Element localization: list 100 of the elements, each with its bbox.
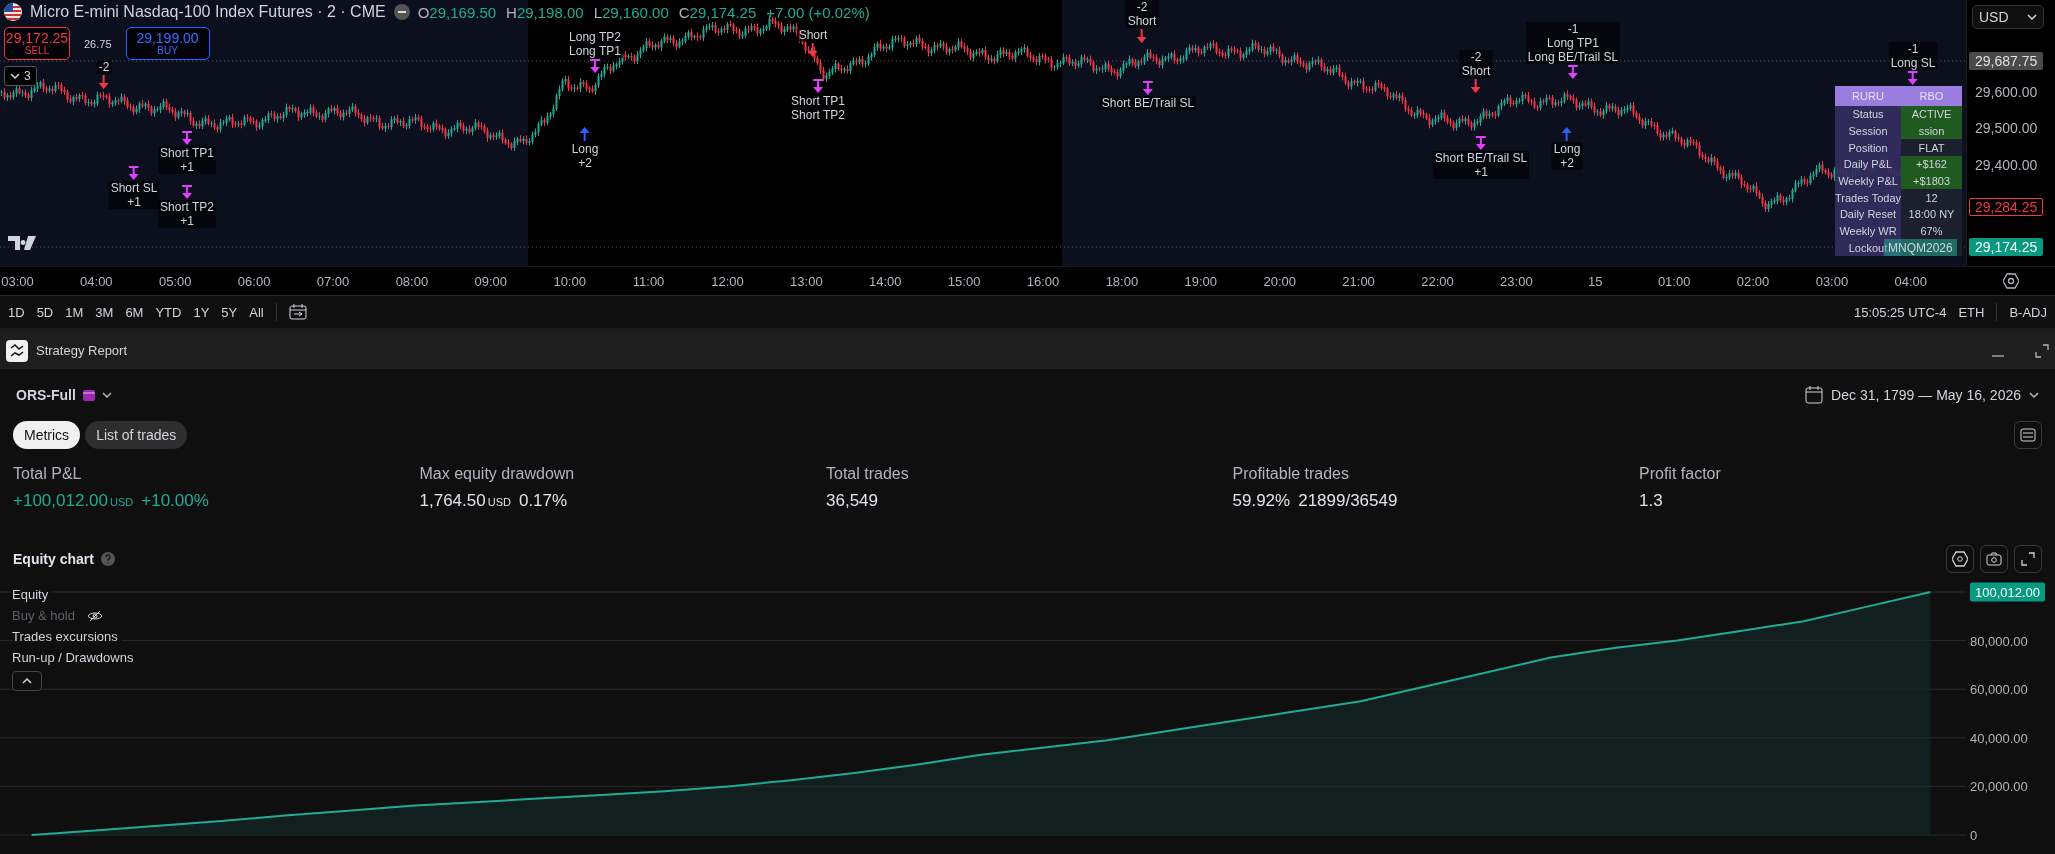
help-icon[interactable]	[99, 551, 116, 567]
menu-button[interactable]	[2014, 421, 2042, 449]
trade-label: Short SL +1	[108, 181, 160, 209]
time-label: 09:00	[473, 273, 509, 289]
axis-label: 20,000.00	[1970, 778, 2028, 794]
camera-icon	[1986, 552, 2002, 566]
range-button[interactable]: YTD	[155, 304, 182, 320]
eye-off-icon[interactable]	[86, 609, 103, 622]
adjustment-button[interactable]: B-ADJ	[2009, 304, 2047, 320]
buy-button[interactable]: 29,199.00 BUY	[125, 27, 210, 60]
range-button[interactable]: 1M	[65, 304, 84, 320]
time-label: 08:00	[394, 273, 430, 289]
time-label: 19:00	[1183, 273, 1219, 289]
calendar-icon	[1805, 386, 1824, 404]
metric-value: 36,549	[826, 491, 878, 511]
metric-label: Profitable trades	[1232, 465, 1350, 483]
currency-dropdown[interactable]: USD	[1972, 5, 2044, 29]
time-label: 04:00	[1893, 273, 1929, 289]
trade-label: Long +2	[569, 142, 601, 170]
ohlc-value: L29,160.00	[593, 3, 669, 21]
settings-button[interactable]	[1946, 545, 1974, 573]
settings-icon[interactable]	[2002, 273, 2019, 289]
table-cell: Daily Reset	[1835, 206, 1901, 223]
bar-arrow-icon	[590, 59, 600, 73]
price-label: 29,500.00	[1974, 119, 2039, 137]
flag-icon	[4, 3, 22, 21]
time-label: 02:00	[1735, 273, 1771, 289]
expand-icon	[2021, 552, 2035, 566]
down-arrow-icon	[1471, 79, 1481, 93]
price-badge: 29,174.25	[1969, 238, 2044, 256]
time-label: 04:00	[79, 273, 114, 289]
time-label: 22:00	[1420, 273, 1455, 289]
trade-label: Short TP1 +1	[158, 146, 216, 174]
time-label: 03:00	[1814, 273, 1850, 289]
sell-button[interactable]: 29,172.25 SELL	[4, 27, 70, 60]
table-cell: FLAT	[1901, 139, 1962, 157]
trade-label: Short TP2 +1	[158, 200, 216, 228]
table-cell: 12	[1901, 189, 1962, 207]
unit-label: USD	[487, 496, 511, 508]
calendar-icon[interactable]	[288, 304, 307, 320]
axis-label: 40,000.00	[1970, 730, 2028, 746]
table-cell: Trades Today	[1835, 189, 1901, 207]
time-label: 13:00	[789, 273, 824, 289]
axis-label: 0	[1970, 827, 1978, 843]
value-badge: 100,012.00	[1970, 582, 2046, 602]
up-arrow-icon	[1562, 127, 1572, 141]
axis-label: 80,000.00	[1970, 633, 2028, 649]
metric-value: 59.92%	[1232, 491, 1291, 511]
range-button[interactable]: 1D	[8, 304, 25, 320]
bar-arrow-icon	[129, 166, 139, 180]
table-cell: Daily P&L	[1835, 156, 1901, 173]
calendar-icon	[81, 388, 96, 402]
bar-arrow-icon	[1568, 65, 1578, 79]
range-button[interactable]: 5Y	[221, 304, 238, 320]
clock-text: 15:05:25 UTC-4	[1853, 304, 1947, 320]
down-arrow-icon	[1137, 29, 1147, 43]
bar-arrow-icon	[1476, 136, 1486, 150]
metric-secondary: 21899/36549	[1298, 491, 1398, 511]
trade-label: Long +2	[1551, 142, 1583, 170]
report-tab[interactable]: List of trades	[85, 421, 188, 449]
time-label: 12:00	[710, 273, 745, 289]
fullscreen-button[interactable]	[2014, 545, 2042, 573]
ohlc-value: H29,198.00	[506, 3, 584, 21]
range-button[interactable]: 6M	[125, 304, 144, 320]
spread-value: 26.75	[84, 37, 112, 50]
camera-button[interactable]	[1980, 545, 2008, 573]
legend-item[interactable]: Run-up / Drawdowns	[12, 650, 134, 665]
strategy-name[interactable]: ORS-Full	[16, 387, 76, 403]
session-button[interactable]: ETH	[1958, 304, 1985, 320]
bar-arrow-icon	[1143, 81, 1153, 95]
table-header: RURU	[1835, 86, 1901, 106]
range-button[interactable]: All	[249, 304, 264, 320]
date-range-button[interactable]: Dec 31, 1799 — May 16, 2026	[1805, 386, 2039, 404]
price-badge: 29,687.75	[1969, 52, 2044, 70]
range-button[interactable]: 1Y	[193, 304, 210, 320]
minus-circle-icon[interactable]	[393, 4, 410, 20]
trade-label: Long TP2 Long TP1	[567, 30, 623, 58]
logo-icon	[8, 236, 38, 250]
indicators-toggle[interactable]: 3	[4, 66, 37, 86]
table-cell: Position	[1835, 139, 1901, 157]
range-button[interactable]: 5D	[36, 304, 54, 320]
report-tab[interactable]: Metrics	[13, 421, 81, 449]
down-arrow-icon	[808, 43, 818, 57]
time-label: 03:00	[0, 273, 35, 289]
range-button[interactable]: 3M	[95, 304, 114, 320]
collapse-button[interactable]	[12, 671, 42, 691]
table-cell: 18:00 NY	[1901, 206, 1962, 223]
time-label: 01:00	[1656, 273, 1692, 289]
down-arrow-icon	[99, 75, 109, 89]
bar-arrow-icon	[182, 185, 192, 199]
list-icon	[2020, 428, 2036, 442]
report-icon	[6, 339, 28, 362]
time-label: 06:00	[236, 273, 272, 289]
trade-label: -1 Long TP1 Long BE/Trail SL	[1525, 22, 1621, 64]
maximize-icon[interactable]	[2035, 343, 2049, 358]
time-label: 10:00	[552, 273, 587, 289]
metric-secondary: 0.17%	[518, 491, 568, 511]
time-label: 14:00	[867, 273, 903, 289]
metric-label: Total trades	[826, 465, 910, 483]
trade-label: -2 Short	[1125, 0, 1159, 28]
